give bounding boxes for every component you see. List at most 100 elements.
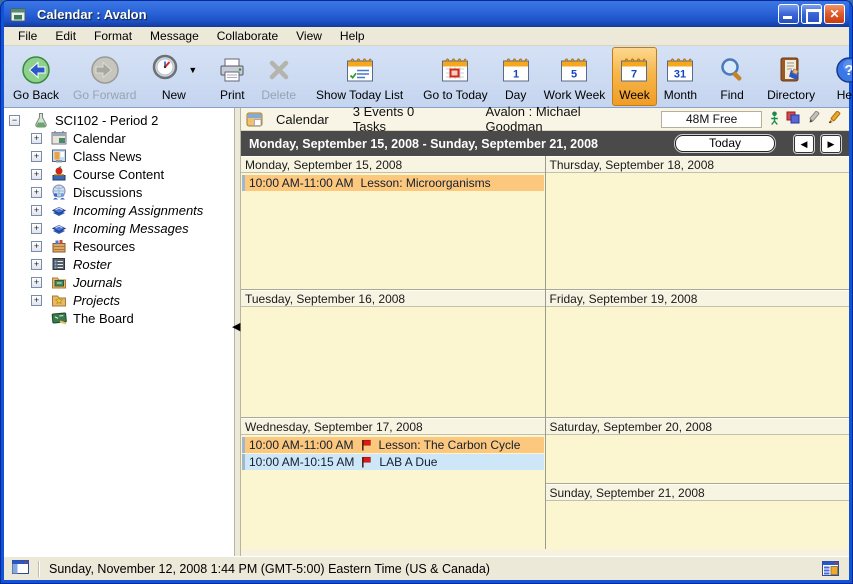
previous-week-button[interactable]: ◀ xyxy=(794,135,814,153)
day-header: Friday, September 19, 2008 xyxy=(546,290,850,307)
expander-plus-icon[interactable]: + xyxy=(31,241,42,252)
next-week-button[interactable]: ▶ xyxy=(821,135,841,153)
splitter[interactable]: ◀ xyxy=(234,108,241,556)
month-view-button[interactable]: 31 Month xyxy=(657,47,704,106)
event-lab-a-due[interactable]: 10:00 AM-10:15 AM LAB A Due xyxy=(242,454,544,470)
day-body[interactable] xyxy=(546,501,850,549)
day-cell-sunday: Sunday, September 21, 2008 xyxy=(546,484,850,549)
today-button[interactable]: Today xyxy=(675,135,775,152)
apple-books-icon xyxy=(51,166,68,182)
status-panel-icon[interactable] xyxy=(12,560,29,577)
day-calendar-icon: 1 xyxy=(502,51,530,88)
new-clock-icon xyxy=(150,53,180,86)
tree-item-discussions[interactable]: + Discussions xyxy=(4,183,234,201)
day-body[interactable] xyxy=(546,173,850,289)
menu-edit[interactable]: Edit xyxy=(47,28,84,44)
menu-format[interactable]: Format xyxy=(86,28,140,44)
minimize-button[interactable] xyxy=(778,4,799,24)
tree-item-calendar[interactable]: + Calendar xyxy=(4,129,234,147)
menu-collaborate[interactable]: Collaborate xyxy=(209,28,286,44)
expander-plus-icon[interactable]: + xyxy=(31,259,42,270)
day-header: Monday, September 15, 2008 xyxy=(241,156,545,173)
chalkboard-icon xyxy=(51,310,68,326)
go-forward-button[interactable]: Go Forward xyxy=(66,47,143,106)
day-cell-saturday: Saturday, September 20, 2008 xyxy=(546,418,850,484)
svg-text:?: ? xyxy=(845,62,853,79)
expander-plus-icon[interactable]: + xyxy=(31,295,42,306)
find-button[interactable]: Find xyxy=(710,47,754,106)
show-today-list-button[interactable]: Show Today List xyxy=(309,47,410,106)
new-dropdown-icon[interactable]: ▼ xyxy=(188,65,197,75)
collapse-arrow-icon[interactable]: ◀ xyxy=(232,320,240,333)
day-body[interactable]: 10:00 AM-11:00 AM Lesson: The Carbon Cyc… xyxy=(241,435,545,549)
week-calendar-icon: 7 xyxy=(620,51,648,88)
print-icon xyxy=(217,51,247,88)
directory-button[interactable]: Directory xyxy=(760,47,822,106)
go-back-icon xyxy=(19,51,53,88)
statusbar-window-icon[interactable] xyxy=(822,561,839,576)
today-list-icon xyxy=(346,51,374,88)
tree-item-the-board[interactable]: The Board xyxy=(4,309,234,327)
tree-item-incoming-messages[interactable]: + Incoming Messages xyxy=(4,219,234,237)
menu-file[interactable]: File xyxy=(10,28,45,44)
day-body[interactable] xyxy=(241,307,545,417)
go-back-button[interactable]: Go Back xyxy=(6,47,66,106)
flask-icon xyxy=(33,112,50,128)
date-range-label: Monday, September 15, 2008 - Sunday, Sep… xyxy=(249,137,671,151)
event-lesson-carbon-cycle[interactable]: 10:00 AM-11:00 AM Lesson: The Carbon Cyc… xyxy=(242,437,544,453)
day-header: Sunday, September 21, 2008 xyxy=(546,484,850,501)
week-view-button[interactable]: 7 Week xyxy=(612,47,656,106)
tree-item-class-news[interactable]: + Class News xyxy=(4,147,234,165)
tree-item-course-content[interactable]: + Course Content xyxy=(4,165,234,183)
maximize-button[interactable] xyxy=(801,4,822,24)
flag-icon xyxy=(361,456,371,468)
expander-plus-icon[interactable]: + xyxy=(31,151,42,162)
help-button[interactable]: ? Help xyxy=(828,47,853,106)
expander-plus-icon[interactable]: + xyxy=(31,277,42,288)
menu-help[interactable]: Help xyxy=(332,28,373,44)
day-view-button[interactable]: 1 Day xyxy=(495,47,537,106)
day-header: Saturday, September 20, 2008 xyxy=(546,418,850,435)
day-body[interactable] xyxy=(546,435,850,483)
book-icon xyxy=(51,202,68,218)
expander-plus-icon[interactable]: + xyxy=(31,205,42,216)
tree-item-resources[interactable]: + Resources xyxy=(4,237,234,255)
tree-item-projects[interactable]: + Projects xyxy=(4,291,234,309)
svg-text:1: 1 xyxy=(513,69,519,81)
tree-item-incoming-assignments[interactable]: + Incoming Assignments xyxy=(4,201,234,219)
tree-item-label: The Board xyxy=(73,311,134,326)
expander-plus-icon[interactable]: + xyxy=(31,187,42,198)
day-body[interactable]: 10:00 AM-11:00 AM Lesson: Microorganisms xyxy=(241,173,545,289)
status-bar: Sunday, November 12, 2008 1:44 PM (GMT-5… xyxy=(4,556,849,580)
go-to-today-icon xyxy=(441,51,469,88)
menu-view[interactable]: View xyxy=(288,28,330,44)
tree-item-label: Incoming Assignments xyxy=(73,203,203,218)
new-button[interactable]: ▼ New xyxy=(143,47,204,106)
pencil-icon[interactable] xyxy=(807,111,820,127)
tree-item-sci102[interactable]: − SCI102 - Period 2 xyxy=(4,111,234,129)
expander-plus-icon[interactable]: + xyxy=(31,223,42,234)
calendar-view-icon xyxy=(246,111,263,127)
layers-icon[interactable] xyxy=(786,111,800,127)
toolbar: Go Back Go Forward ▼ New Print xyxy=(4,46,849,108)
delete-button[interactable]: Delete xyxy=(254,47,303,106)
event-lesson-microorganisms[interactable]: 10:00 AM-11:00 AM Lesson: Microorganisms xyxy=(242,175,544,191)
storage-free-indicator: 48M Free xyxy=(661,111,762,128)
print-button[interactable]: Print xyxy=(210,47,254,106)
expander-plus-icon[interactable]: + xyxy=(31,169,42,180)
statusbar-separator xyxy=(38,561,39,577)
gold-pen-icon[interactable] xyxy=(827,111,841,127)
menu-message[interactable]: Message xyxy=(142,28,207,44)
expander-minus-icon[interactable]: − xyxy=(9,115,20,126)
go-to-today-button[interactable]: Go to Today xyxy=(416,47,495,106)
expander-plus-icon[interactable]: + xyxy=(31,133,42,144)
close-button[interactable]: ✕ xyxy=(824,4,845,24)
day-body[interactable] xyxy=(546,307,850,417)
person-status-icon[interactable] xyxy=(770,111,779,128)
mailbox-owner: Avalon : Michael Goodman xyxy=(486,104,640,134)
work-week-view-button[interactable]: 5 Work Week xyxy=(537,47,613,106)
tree-item-roster[interactable]: + Roster xyxy=(4,255,234,273)
find-icon xyxy=(717,51,747,88)
tree-item-label: Incoming Messages xyxy=(73,221,189,236)
tree-item-journals[interactable]: + Journals xyxy=(4,273,234,291)
